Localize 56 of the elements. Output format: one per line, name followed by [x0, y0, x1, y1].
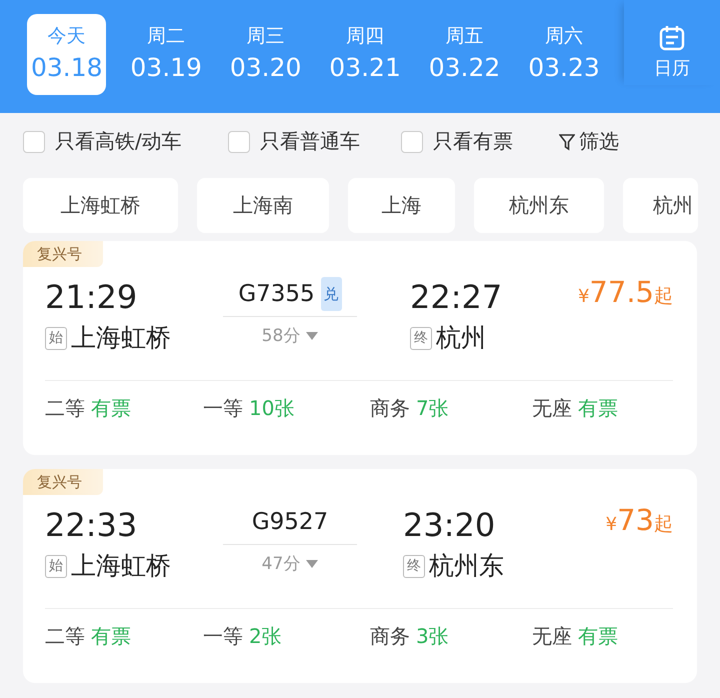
train-card[interactable]: 复兴号 21:29 始 上海虹桥 G7355 兑 58分 22:27 终 杭州 ¥77.5起 二等 有票 一等 10张 商务 7张 无座 有票	[23, 241, 697, 455]
checkbox[interactable]	[228, 130, 250, 152]
seat-availability: 有票	[578, 624, 618, 648]
seat-class: 一等	[203, 624, 243, 648]
train-type-tag: 复兴号	[23, 469, 103, 495]
seat-class: 二等	[45, 396, 85, 420]
departure-time: 22:33	[45, 505, 138, 545]
filter-label[interactable]: 只看普通车	[260, 128, 360, 155]
filter-button[interactable]: 筛选	[558, 128, 619, 155]
station-chip[interactable]: 上海虹桥	[23, 178, 178, 233]
checkbox[interactable]	[23, 130, 45, 152]
seat-availability: 有票	[91, 624, 131, 648]
exchange-badge: 兑	[320, 276, 342, 310]
train-type-tag: 复兴号	[23, 241, 103, 267]
seat-class: 一等	[203, 396, 243, 420]
seat-availability: 2张	[249, 624, 282, 648]
seat-availability: 有票	[578, 396, 618, 420]
terminus-mark: 终	[410, 326, 432, 350]
seat-class: 二等	[45, 624, 85, 648]
train-number: G7355	[238, 280, 315, 308]
filter-label[interactable]: 只看有票	[432, 128, 513, 155]
origin-mark: 始	[45, 326, 67, 350]
origin-station: 上海虹桥	[71, 322, 171, 354]
train-number: G9527	[252, 508, 328, 536]
destination-station: 杭州东	[429, 550, 504, 582]
seat-class: 无座	[532, 396, 572, 420]
station-chip[interactable]: 上海南	[197, 178, 329, 233]
currency-sign: ¥	[578, 286, 590, 307]
origin-station: 上海虹桥	[71, 550, 171, 582]
seat-availability: 3张	[416, 624, 449, 648]
departure-time: 21:29	[45, 277, 138, 317]
checkbox[interactable]	[400, 130, 423, 152]
caret-icon	[306, 332, 318, 340]
price-suffix: 起	[654, 284, 673, 309]
caret-icon	[306, 560, 318, 568]
seat-availability: 10张	[249, 396, 294, 420]
price: 73	[617, 503, 654, 537]
arrival-time: 23:20	[403, 505, 496, 545]
seat-class: 无座	[532, 624, 572, 648]
currency-sign: ¥	[606, 514, 618, 535]
train-card[interactable]: 复兴号 22:33 始 上海虹桥 G9527 47分 23:20 终 杭州东 ¥73起 二等 有票 一等 2张 商务 3张 无座 有票	[23, 469, 697, 683]
destination-station: 杭州	[436, 322, 486, 354]
seat-class: 商务	[370, 624, 410, 648]
terminus-mark: 终	[403, 554, 425, 578]
station-chip[interactable]: 上海	[348, 178, 455, 233]
filter-icon	[558, 132, 575, 150]
filter-label[interactable]: 只看高铁/动车	[55, 128, 182, 155]
calendar-icon	[658, 24, 686, 52]
seat-availability: 有票	[91, 396, 131, 420]
price: 77.5	[589, 275, 654, 309]
seat-availability: 7张	[416, 396, 449, 420]
arrival-time: 22:27	[410, 277, 504, 317]
seat-class: 商务	[370, 396, 410, 420]
origin-mark: 始	[45, 554, 67, 578]
station-chip[interactable]: 杭州东	[474, 178, 604, 233]
price-suffix: 起	[654, 512, 673, 537]
